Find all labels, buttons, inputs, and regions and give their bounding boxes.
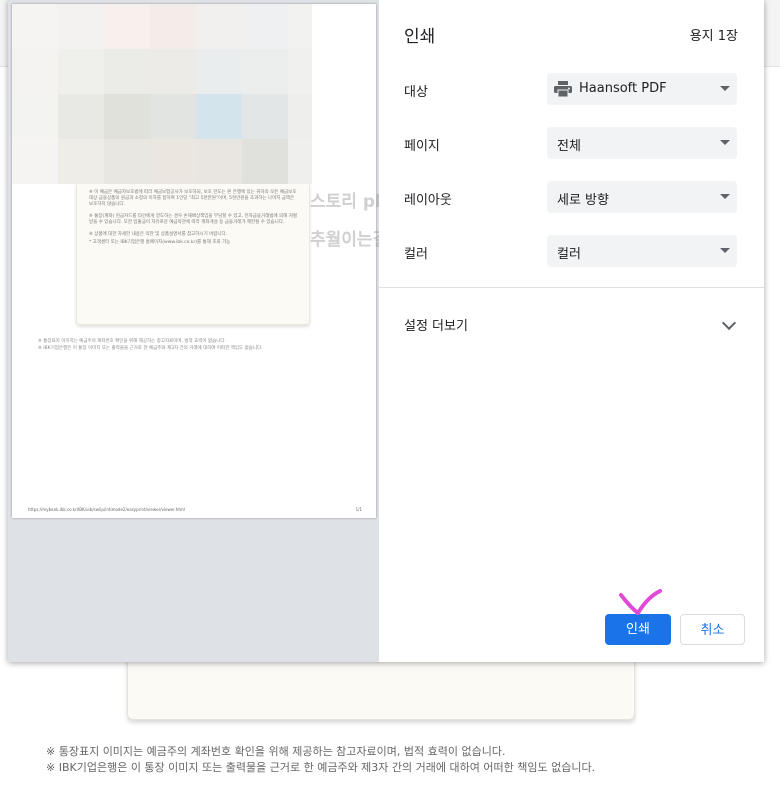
dialog-title: 인쇄: [404, 27, 436, 47]
dropdown-arrow-icon: [720, 194, 730, 199]
cancel-button[interactable]: 취소: [680, 614, 745, 645]
print-settings-panel: 인쇄 용지 1장 대상 Haansoft PDF 페이지 전체 레이아웃 세로 …: [379, 0, 764, 662]
destination-select[interactable]: Haansoft PDF: [547, 73, 737, 105]
pages-value: 전체: [557, 139, 581, 154]
preview-page: ※ 이 예금은 예금자보호법에 따라 예금보험공사가 보호하되, 보호 한도는 …: [12, 4, 376, 518]
preview-document-card: ※ 이 예금은 예금자보호법에 따라 예금보험공사가 보호하되, 보호 한도는 …: [76, 184, 310, 325]
printer-icon: [554, 81, 572, 97]
destination-label: 대상: [404, 85, 428, 100]
background-notes: ※ 통장표지 이미지는 예금주의 계좌번호 확인을 위해 제공하는 참고자료이며…: [46, 744, 595, 776]
sheet-count: 용지 1장: [689, 29, 738, 44]
color-select[interactable]: 컬러: [547, 235, 737, 267]
card-text-line: ※ 이 예금은 예금자보호법에 따라 예금보험공사가 보호하되, 보호 한도는 …: [89, 190, 297, 207]
divider: [379, 287, 764, 288]
preview-notes: ※ 통장표지 이미지는 예금주의 계좌번호 확인을 위해 제공하는 참고자료이며…: [38, 338, 263, 352]
print-dialog: ※ 이 예금은 예금자보호법에 따라 예금보험공사가 보호하되, 보호 한도는 …: [8, 0, 764, 662]
preview-footer: https://mybank.ibk.co.kr/IBK/uib/sw/ip/i…: [28, 507, 362, 512]
print-preview-area: ※ 이 예금은 예금자보호법에 따라 예금보험공사가 보호하되, 보호 한도는 …: [8, 0, 418, 662]
dropdown-arrow-icon: [720, 140, 730, 145]
dropdown-arrow-icon: [720, 248, 730, 253]
layout-label: 레이아웃: [404, 193, 452, 208]
background-note: ※ 통장표지 이미지는 예금주의 계좌번호 확인을 위해 제공하는 참고자료이며…: [46, 745, 506, 758]
pages-label: 페이지: [404, 139, 440, 154]
more-settings-toggle[interactable]: 설정 더보기: [404, 315, 468, 334]
checkmark-annotation-icon: [619, 589, 662, 615]
preview-note: ※ IBK기업은행은 이 통장 이미지 또는 출력물을 근거로 한 예금주와 제…: [38, 346, 263, 351]
chevron-down-icon[interactable]: [721, 315, 737, 331]
card-text-line: * 고객센터 또는 IBK기업은행 홈페이지(www.ibk.co.kr)를 통…: [89, 240, 231, 245]
pages-select[interactable]: 전체: [547, 127, 737, 159]
preview-note: ※ 통장표지 이미지는 예금주의 계좌번호 확인을 위해 제공하는 참고자료이며…: [38, 339, 226, 344]
card-text-line: ※ 상품에 대한 자세한 내용은 약관 및 상품설명서를 참고하시기 바랍니다.: [89, 232, 228, 237]
color-value: 컬러: [557, 247, 581, 262]
dropdown-arrow-icon: [720, 86, 730, 91]
pixelated-image: [12, 4, 312, 184]
layout-value: 세로 방향: [557, 193, 609, 208]
preview-footer-page: 1/1: [355, 507, 362, 512]
print-button[interactable]: 인쇄: [605, 614, 671, 645]
card-text-line: ※ 통장(계좌) 현금카드를 타인에게 양도하는 경우 손해배상책임을 부담할 …: [89, 214, 298, 225]
layout-select[interactable]: 세로 방향: [547, 181, 737, 213]
color-label: 컬러: [404, 247, 428, 262]
destination-value: Haansoft PDF: [579, 81, 667, 96]
preview-footer-url: https://mybank.ibk.co.kr/IBK/uib/sw/ip/i…: [28, 507, 185, 512]
background-note: ※ IBK기업은행은 이 통장 이미지 또는 출력물을 근거로 한 예금주와 제…: [46, 761, 596, 774]
